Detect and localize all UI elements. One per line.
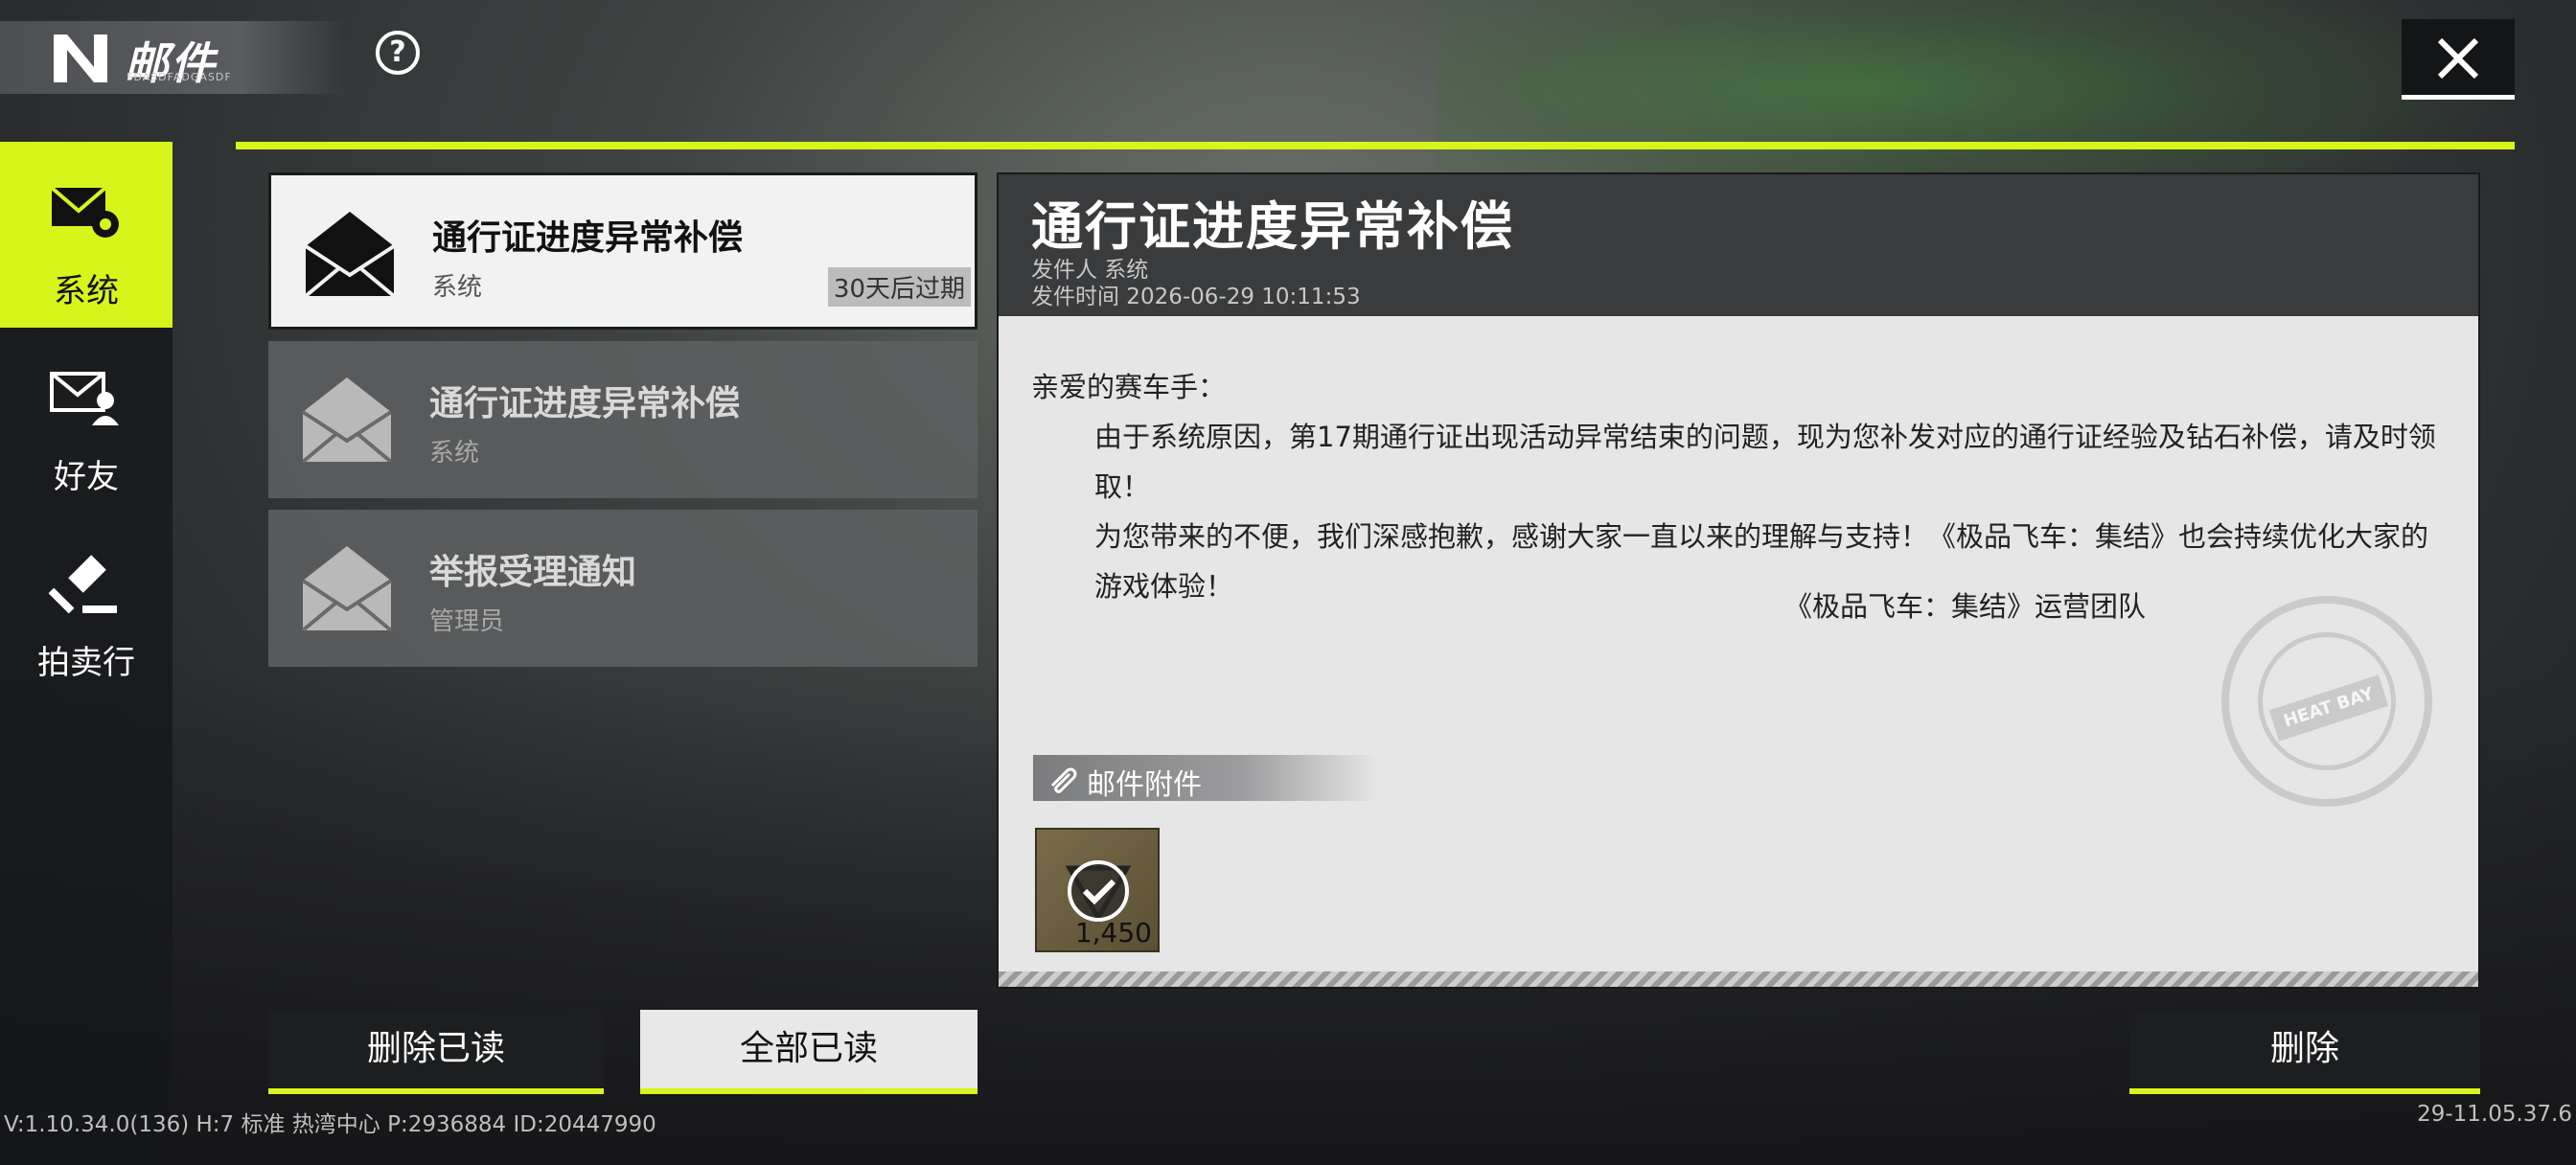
mail-person-icon [50, 372, 119, 425]
paperclip-icon [1050, 767, 1077, 793]
mail-sender: 系统 [429, 439, 480, 468]
mail-paragraph: 由于系统原因，第17期通行证出现活动异常结束的问题，现为您补发对应的通行证经验及… [1094, 421, 2436, 503]
mail-gear-icon [50, 186, 119, 238]
mail-list-item[interactable]: 通行证进度异常补偿 系统 [268, 341, 978, 498]
mail-title: 举报受理通知 [429, 553, 637, 592]
travel-stamp-watermark: HEAT BAY [2221, 596, 2432, 807]
mail-detail-panel: 通行证进度异常补偿 发件人 系统 发件时间 2026-06-29 10:11:5… [997, 172, 2480, 989]
attachment-quantity: 1,450 [1074, 917, 1152, 948]
gavel-icon [48, 555, 117, 614]
mail-sender: 管理员 [429, 607, 505, 636]
sidebar-item-label: 系统 [54, 272, 119, 310]
close-button[interactable] [2402, 19, 2515, 100]
attachment-label: 邮件附件 [1087, 768, 1202, 802]
envelope-open-icon [301, 377, 393, 464]
help-button[interactable]: ? [376, 31, 420, 75]
mail-detail-header: 通行证进度异常补偿 发件人 系统 发件时间 2026-06-29 10:11:5… [999, 174, 2478, 316]
mail-list-item[interactable]: 通行证进度异常补偿 系统 30天后过期 [268, 172, 978, 330]
mail-list-item[interactable]: 举报受理通知 管理员 [268, 510, 978, 667]
page-subtitle: FDASDFADGASDF [126, 71, 232, 83]
mark-all-read-button[interactable]: 全部已读 [640, 1010, 978, 1094]
accent-divider [236, 142, 2515, 149]
mail-title: 通行证进度异常补偿 [432, 218, 744, 258]
attachment-item[interactable]: 1,450 [1035, 828, 1160, 952]
game-logo-icon [54, 34, 107, 82]
envelope-open-icon [301, 546, 393, 632]
mail-title: 通行证进度异常补偿 [429, 384, 741, 423]
sidebar-item-label: 好友 [54, 458, 119, 496]
detail-footer-stripe [999, 971, 2478, 987]
expire-badge: 30天后过期 [827, 267, 971, 307]
mail-sender: 系统 [432, 273, 483, 302]
sidebar-item-friends[interactable]: 好友 [0, 328, 172, 514]
mail-paragraph: 为您带来的不便，我们深感抱歉，感谢大家一直以来的理解与支持！《极品飞车：集结》也… [1094, 520, 2429, 603]
mail-greeting: 亲爱的赛车手： [1031, 371, 1227, 403]
build-info: 29-11.05.37.6 [2417, 1102, 2572, 1127]
mail-time-line: 发件时间 2026-06-29 10:11:53 [1031, 285, 1361, 309]
delete-read-button[interactable]: 删除已读 [268, 1010, 604, 1094]
sidebar-item-auction[interactable]: 拍卖行 [0, 514, 172, 699]
attachment-header: 邮件附件 [1033, 755, 1378, 802]
mail-signature: 《极品飞车：集结》运营团队 [1784, 590, 2147, 623]
version-info: V:1.10.34.0(136) H:7 标准 热湾中心 P:2936884 I… [4, 1112, 656, 1137]
mail-detail-title: 通行证进度异常补偿 [1031, 196, 1514, 257]
sidebar-item-label: 拍卖行 [37, 644, 135, 682]
delete-button[interactable]: 删除 [2129, 1010, 2480, 1094]
mail-body: 亲爱的赛车手： 由于系统原因，第17期通行证出现活动异常结束的问题，现为您补发对… [1031, 362, 2440, 611]
close-icon [2437, 37, 2479, 80]
sidebar: 系统 好友 拍卖行 [0, 142, 172, 1165]
envelope-open-icon [304, 212, 396, 298]
sidebar-item-system[interactable]: 系统 [0, 142, 172, 328]
